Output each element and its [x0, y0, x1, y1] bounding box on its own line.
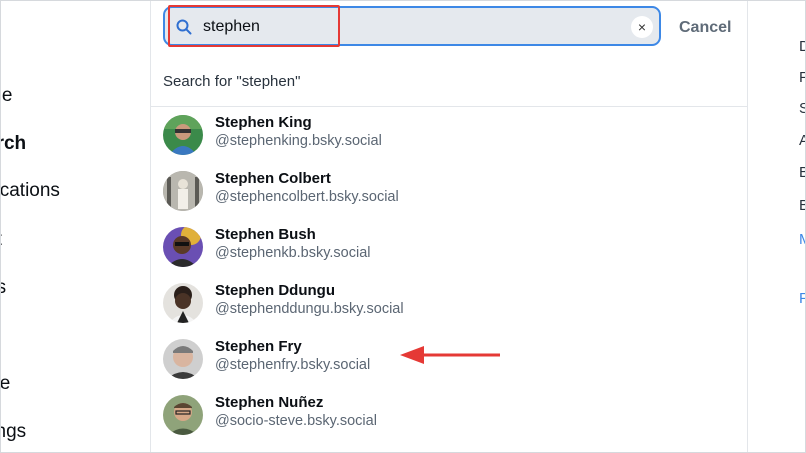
- result-handle: @stephencolbert.bsky.social: [215, 189, 399, 205]
- right-panel-link[interactable]: F: [799, 290, 806, 307]
- right-panel-item[interactable]: B: [799, 197, 806, 214]
- avatar: [163, 171, 203, 211]
- avatar: [163, 115, 203, 155]
- search-column: stephen × Cancel Search for "stephen" St…: [150, 0, 748, 453]
- result-name: Stephen Bush: [215, 226, 316, 243]
- nav-item-settings[interactable]: tings: [0, 421, 26, 443]
- close-icon: ×: [637, 19, 647, 35]
- clear-search-button[interactable]: ×: [631, 16, 653, 38]
- nav-item-profile[interactable]: file: [0, 373, 10, 395]
- right-panel-item[interactable]: D: [799, 38, 806, 55]
- search-result-item[interactable]: Stephen Colbert @stephencolbert.bsky.soc…: [151, 167, 748, 223]
- avatar: [163, 227, 203, 267]
- result-name: Stephen Colbert: [215, 170, 331, 187]
- right-panel-item[interactable]: A: [799, 132, 806, 149]
- avatar: [163, 339, 203, 379]
- nav-item-notifications[interactable]: ifications: [0, 180, 60, 202]
- result-name: Stephen Fry: [215, 338, 302, 355]
- annotation-arrow-icon: [400, 346, 500, 364]
- result-handle: @stephenking.bsky.social: [215, 133, 382, 149]
- nav-item-home[interactable]: me: [0, 85, 12, 107]
- search-for-suggestion[interactable]: Search for "stephen": [163, 73, 300, 90]
- avatar: [163, 395, 203, 435]
- search-icon: [176, 19, 192, 35]
- search-input[interactable]: stephen ×: [163, 6, 661, 46]
- left-navigation: me arch ifications at ds s file tings: [0, 0, 150, 453]
- search-result-item[interactable]: Stephen Ddungu @stephenddungu.bsky.socia…: [151, 279, 748, 335]
- search-result-item[interactable]: Stephen Bush @stephenkb.bsky.social: [151, 223, 748, 279]
- right-panel-item[interactable]: F: [799, 69, 806, 86]
- search-result-item[interactable]: Stephen Nuñez @socio-steve.bsky.social: [151, 391, 748, 447]
- right-panel-item[interactable]: B: [799, 164, 806, 181]
- right-panel: D F S A B B M F: [748, 0, 806, 453]
- search-result-item[interactable]: Stephen King @stephenking.bsky.social: [151, 111, 748, 167]
- result-handle: @stephenddungu.bsky.social: [215, 301, 404, 317]
- nav-item-search[interactable]: arch: [0, 133, 26, 155]
- right-panel-link[interactable]: M: [799, 231, 806, 248]
- search-query-text[interactable]: stephen: [203, 18, 260, 36]
- nav-item-chat[interactable]: at: [0, 229, 2, 251]
- result-name: Stephen Nuñez: [215, 394, 324, 411]
- result-name: Stephen King: [215, 114, 312, 131]
- result-handle: @stephenfry.bsky.social: [215, 357, 371, 373]
- divider: [151, 106, 748, 107]
- avatar: [163, 283, 203, 323]
- result-handle: @stephenkb.bsky.social: [215, 245, 371, 261]
- result-handle: @socio-steve.bsky.social: [215, 413, 377, 429]
- nav-item-feeds[interactable]: ds: [0, 277, 6, 299]
- cancel-button[interactable]: Cancel: [679, 19, 731, 37]
- right-panel-item[interactable]: S: [799, 100, 806, 117]
- result-name: Stephen Ddungu: [215, 282, 335, 299]
